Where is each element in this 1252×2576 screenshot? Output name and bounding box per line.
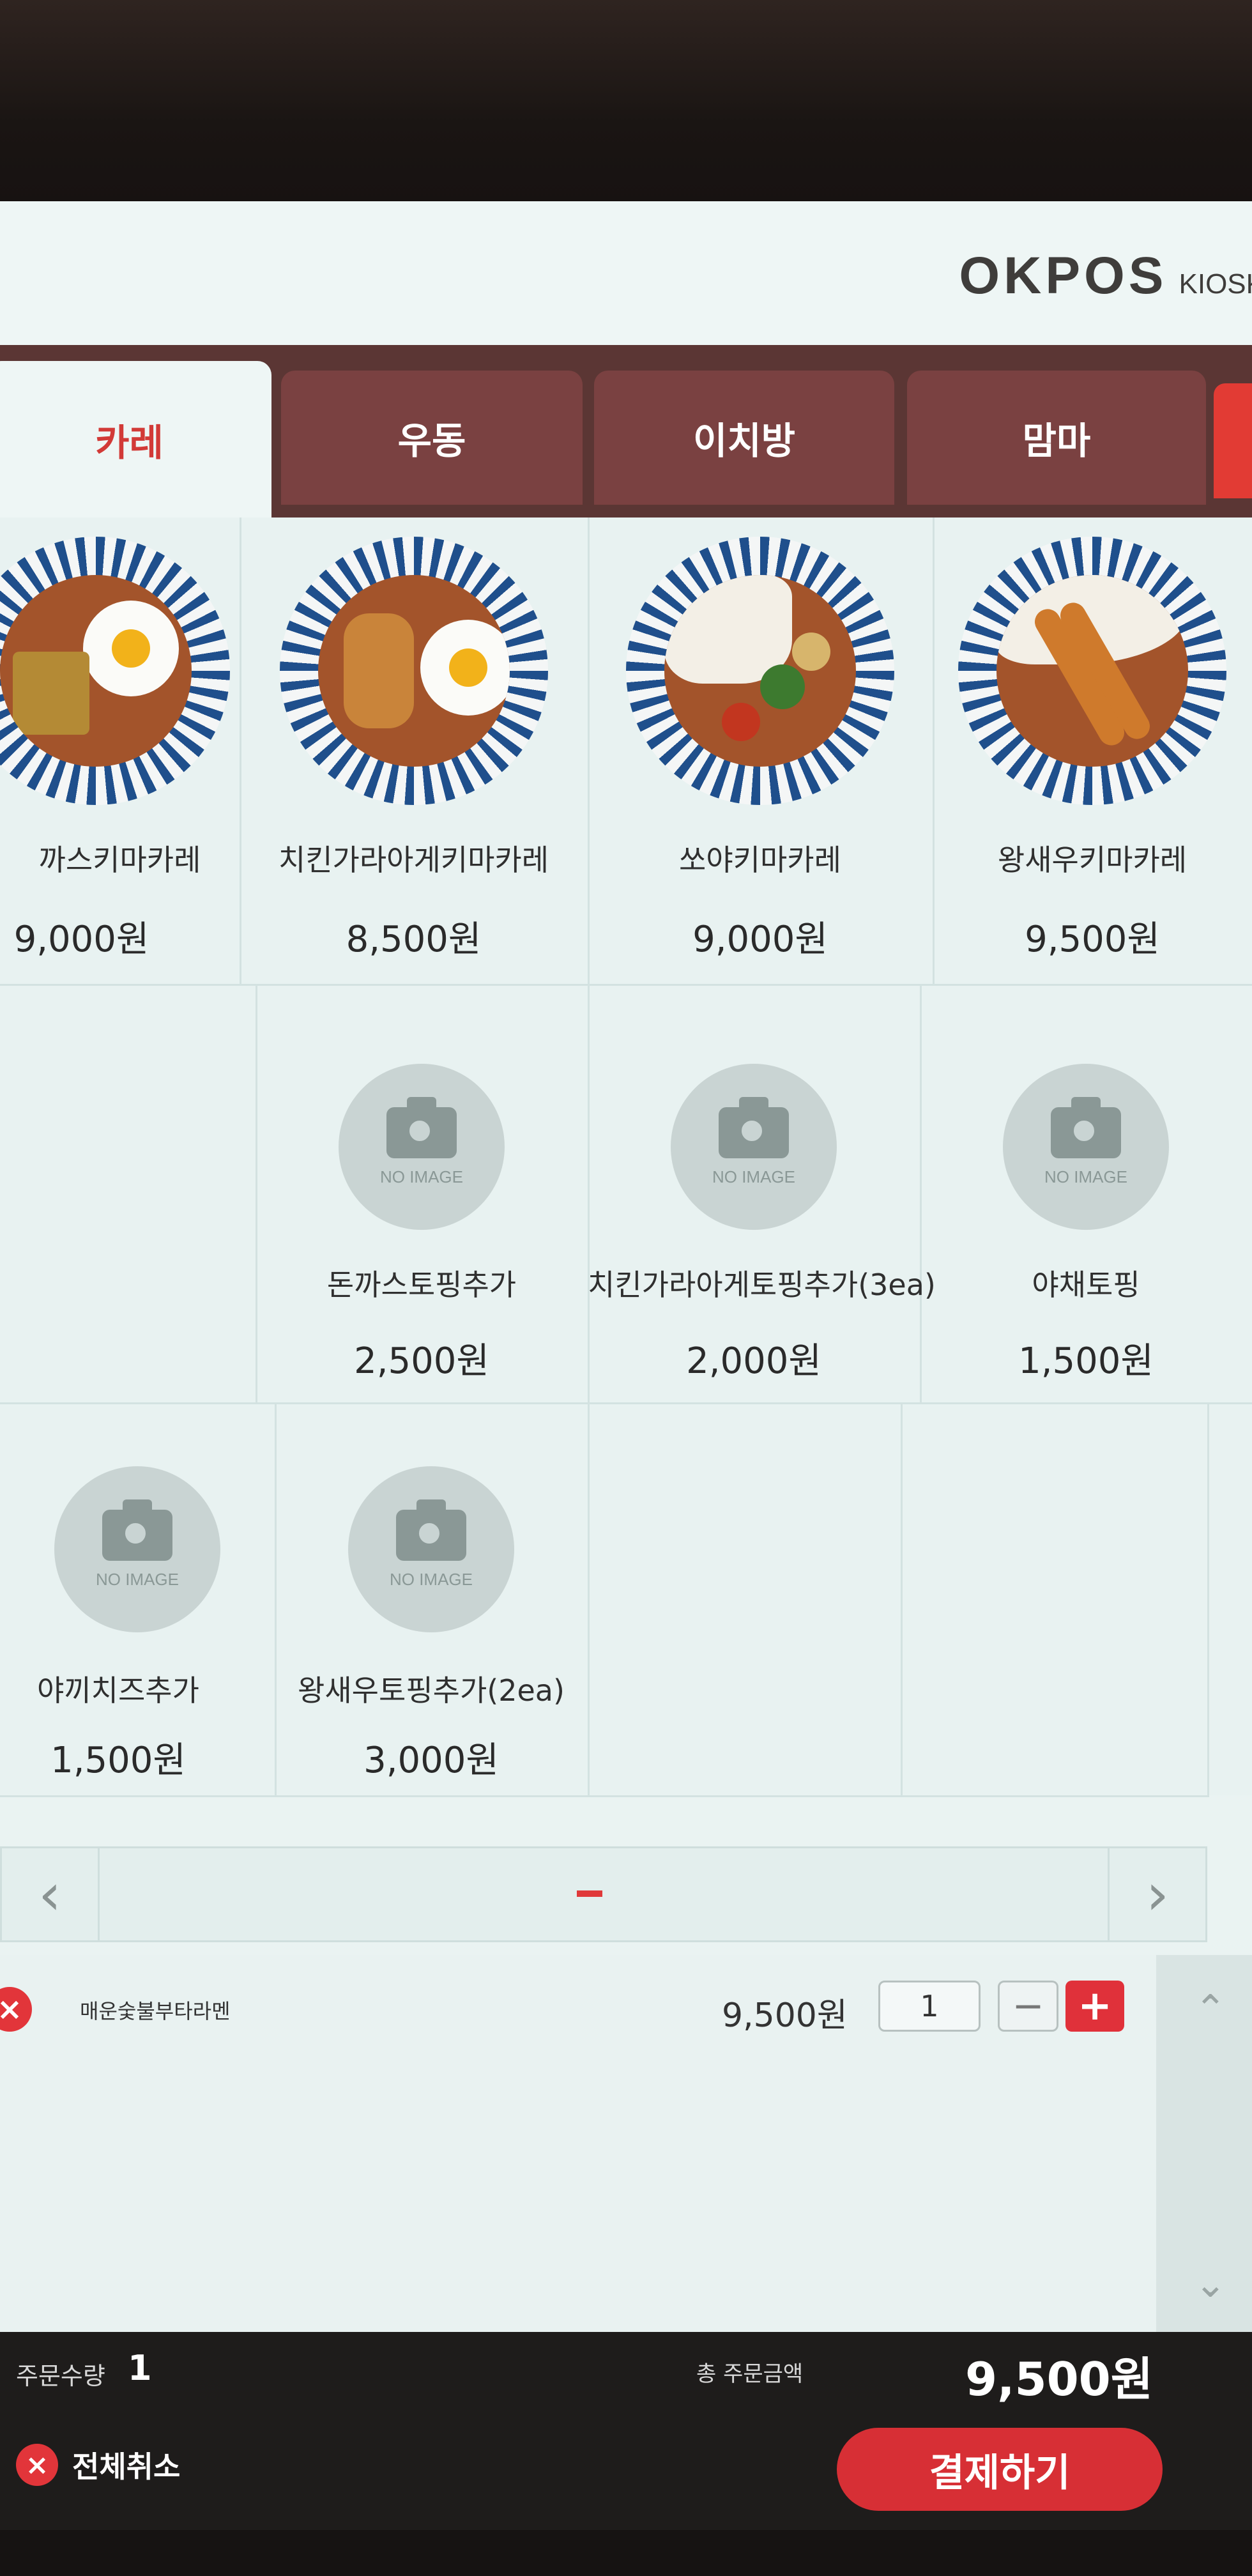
menu-item-card[interactable]: 쏘야키마카레 9,000원 <box>588 518 935 986</box>
camera-icon <box>386 1096 457 1158</box>
remove-item-button[interactable]: × <box>0 1987 32 2032</box>
camera-icon <box>719 1096 789 1158</box>
tab-curry[interactable]: 카레 <box>0 361 271 518</box>
no-image-label: NO IMAGE <box>95 1569 179 1589</box>
order-quantity-label: 주문수량 <box>16 2362 105 2390</box>
katsu-keema-curry-image <box>0 537 230 805</box>
menu-item-price: 9,000원 <box>692 919 828 960</box>
order-footer: 주문수량 1 총 주문금액 9,500원 × 전체취소 결제하기 <box>0 2332 1252 2530</box>
cancel-all-button[interactable]: × 전체취소 <box>16 2444 180 2486</box>
cart-item-price: 9,500원 <box>722 1997 848 2035</box>
no-image-placeholder: NO IMAGE <box>671 1064 837 1230</box>
menu-item-card[interactable]: NO IMAGE 야끼치즈추가 1,500원 <box>0 1402 277 1797</box>
menu-item-name: 쏘야키마카레 <box>679 843 841 877</box>
menu-item-name: 돈까스토핑추가 <box>326 1268 517 1302</box>
camera-icon <box>396 1499 466 1561</box>
menu-item-price: 1,500원 <box>50 1740 186 1781</box>
cart-scrollbar[interactable]: ⌃ ⌄ <box>1156 1955 1252 2332</box>
brand-logo: OKPOS KIOSK <box>959 246 1252 316</box>
category-tabs: 카레 우동 이치방 맘마 <box>0 345 1252 518</box>
menu-item-card[interactable]: NO IMAGE 치킨가라아게토핑추가(3ea) 2,000원 <box>588 984 936 1404</box>
camera-icon <box>102 1499 172 1561</box>
menu-item-name: 야끼치즈추가 <box>37 1673 199 1708</box>
menu-item-name: 야채토핑 <box>1032 1268 1140 1302</box>
no-image-placeholder: NO IMAGE <box>54 1466 220 1632</box>
menu-item-card[interactable]: NO IMAGE 돈까스토핑추가 2,500원 <box>256 984 590 1404</box>
decrease-quantity-button[interactable]: − <box>998 1981 1058 2032</box>
tab-udon[interactable]: 우동 <box>281 371 583 505</box>
menu-item-price: 9,500원 <box>1025 919 1160 960</box>
order-quantity-value: 1 <box>128 2348 152 2388</box>
chevron-down-icon[interactable]: ⌄ <box>1195 2262 1226 2306</box>
menu-item-card[interactable]: NO IMAGE 왕새우토핑추가(2ea) 3,000원 <box>275 1402 590 1797</box>
menu-item-price: 2,000원 <box>686 1340 821 1382</box>
header: OKPOS KIOSK <box>0 201 1252 345</box>
menu-item-card-empty <box>0 984 257 1404</box>
kiosk-bezel-top <box>0 0 1252 204</box>
chevron-left-icon[interactable]: ‹ <box>2 1848 100 1940</box>
menu-item-price: 3,000원 <box>363 1740 499 1781</box>
menu-item-card-empty <box>901 1402 1209 1797</box>
menu-item-price: 8,500원 <box>346 919 482 960</box>
tab-label: 맘마 <box>1022 419 1091 463</box>
no-image-placeholder: NO IMAGE <box>1003 1064 1169 1230</box>
quantity-value: 1 <box>920 1989 939 2023</box>
no-image-placeholder: NO IMAGE <box>348 1466 514 1632</box>
cancel-all-label: 전체취소 <box>72 2450 181 2484</box>
menu-pager: ‹ › <box>0 1846 1207 1942</box>
no-image-label: NO IMAGE <box>712 1167 795 1186</box>
tab-label: 이치방 <box>692 419 796 463</box>
soya-keema-curry-image <box>626 537 894 805</box>
camera-icon <box>1051 1096 1121 1158</box>
menu-item-card[interactable]: 치킨가라아게키마카레 8,500원 <box>240 518 590 986</box>
brand-suffix: KIOSK <box>1179 268 1252 300</box>
tab-ichiban[interactable]: 이치방 <box>594 371 894 505</box>
menu-item-price: 2,500원 <box>354 1340 489 1382</box>
increase-quantity-button[interactable]: + <box>1065 1981 1124 2032</box>
brand-name: OKPOS <box>959 247 1168 305</box>
cart-list: × 매운숯불부타라멘 9,500원 1 − + ⌃ ⌄ <box>0 1955 1252 2332</box>
no-image-label: NO IMAGE <box>389 1569 473 1589</box>
menu-item-name: 치킨가라아게키마카레 <box>278 843 549 877</box>
karaage-keema-curry-image <box>279 537 548 805</box>
menu-grid: 까스키마카레 9,000원 치킨가라아게키마카레 8,500원 쏘야키마카레 9… <box>0 518 1252 1797</box>
tab-label: 카레 <box>95 420 164 464</box>
shrimp-keema-curry-image <box>958 537 1226 805</box>
no-image-label: NO IMAGE <box>1044 1167 1127 1186</box>
quantity-display: 1 <box>878 1981 981 2032</box>
total-amount-value: 9,500원 <box>965 2352 1153 2406</box>
chevron-right-icon[interactable]: › <box>1108 1848 1205 1940</box>
menu-item-name: 까스키마카레 <box>38 843 201 877</box>
menu-item-name: 왕새우키마카레 <box>997 843 1187 877</box>
menu-item-name: 왕새우토핑추가(2ea) <box>298 1673 565 1708</box>
tab-mamma[interactable]: 맘마 <box>907 371 1206 505</box>
tab-next-partial[interactable] <box>1214 383 1252 498</box>
menu-item-name: 치킨가라아게토핑추가(3ea) <box>588 1268 936 1302</box>
tab-label: 우동 <box>397 419 466 463</box>
kiosk-screen: OKPOS KIOSK 카레 우동 이치방 맘마 까스키마카레 9,000원 치… <box>0 201 1252 2530</box>
no-image-label: NO IMAGE <box>379 1167 463 1186</box>
pay-button[interactable]: 결제하기 <box>837 2428 1163 2511</box>
menu-item-price: 1,500원 <box>1018 1340 1154 1382</box>
chevron-up-icon[interactable]: ⌃ <box>1195 1987 1226 2032</box>
cart-item-name: 매운숯불부타라멘 <box>80 1999 231 2023</box>
menu-item-card-empty <box>588 1402 903 1797</box>
menu-item-card[interactable]: 왕새우키마카레 9,500원 <box>933 518 1252 986</box>
pay-label: 결제하기 <box>929 2450 1071 2496</box>
menu-item-card[interactable]: 까스키마카레 9,000원 <box>0 518 241 986</box>
menu-item-price: 9,000원 <box>13 919 149 960</box>
close-icon: × <box>16 2444 58 2486</box>
no-image-placeholder: NO IMAGE <box>339 1064 505 1230</box>
total-amount-label: 총 주문금액 <box>696 2361 804 2387</box>
page-indicator <box>577 1890 602 1897</box>
menu-item-card[interactable]: NO IMAGE 야채토핑 1,500원 <box>920 984 1252 1404</box>
kiosk-bezel-bottom <box>0 2530 1252 2576</box>
